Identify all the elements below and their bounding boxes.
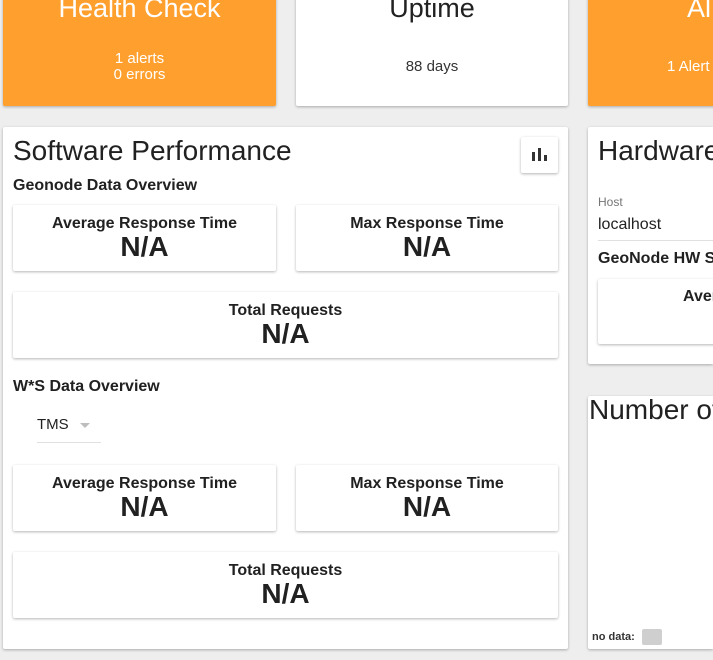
hardware-panel: Hardware Host localhost GeoNode HW St Av… [588, 127, 713, 364]
metric-label: Total Requests [228, 302, 343, 319]
ws-max-response-card: Max Response Time N/A [296, 465, 558, 531]
bar-chart-icon [532, 148, 547, 161]
host-value: localhost [598, 216, 662, 233]
alerts-count: 1 alerts [114, 50, 165, 67]
errors-count: 0 errors [113, 66, 166, 83]
ws-avg-response-card: Average Response Time N/A [13, 465, 276, 531]
geonode-avg-response-card: Average Response Time N/A [13, 205, 276, 271]
health-check-title: Health Check [58, 0, 221, 23]
hw-avg-label: Aver [683, 288, 713, 305]
metric-value: N/A [402, 231, 452, 262]
metric-label: Max Response Time [350, 475, 504, 492]
hardware-title: Hardware [598, 135, 713, 166]
metric-value: N/A [261, 578, 310, 609]
metric-label: Average Response Time [52, 215, 237, 232]
geonode-hw-stats-heading: GeoNode HW St [598, 250, 713, 267]
uptime-value: 88 days [405, 58, 459, 75]
software-performance-title: Software Performance [13, 135, 292, 166]
alerts-value: 1 Alert [667, 58, 710, 75]
geonode-max-response-card: Max Response Time N/A [296, 205, 558, 271]
health-check-card[interactable]: Health Check 1 alerts 0 errors [3, 0, 276, 106]
chart-toggle-button[interactable] [521, 137, 558, 173]
uptime-title: Uptime [389, 0, 475, 23]
number-of-panel: Number of no data: [588, 396, 713, 649]
ws-service-selected: TMS [37, 416, 69, 433]
metric-label: Average Response Time [52, 475, 237, 492]
geonode-total-requests-card: Total Requests N/A [13, 292, 558, 358]
host-underline [598, 240, 713, 241]
metric-label: Total Requests [228, 562, 343, 579]
ws-data-overview-heading: W*S Data Overview [13, 378, 160, 395]
no-data-legend-swatch [642, 629, 662, 645]
geonode-data-overview-heading: Geonode Data Overview [13, 177, 198, 194]
metric-value: N/A [261, 318, 310, 349]
alerts-title: Al [687, 0, 712, 23]
uptime-card: Uptime 88 days [296, 0, 568, 106]
hw-avg-card: Aver [598, 279, 713, 344]
ws-service-select[interactable]: TMS [37, 404, 101, 443]
dropdown-arrow-icon [80, 423, 90, 428]
metric-value: N/A [402, 491, 452, 522]
host-label: Host [598, 195, 623, 209]
alerts-card[interactable]: Al 1 Alert [588, 0, 713, 106]
metric-value: N/A [120, 231, 169, 262]
no-data-legend-label: no data: [592, 631, 635, 643]
ws-total-requests-card: Total Requests N/A [13, 552, 558, 618]
metric-value: N/A [120, 491, 169, 522]
number-of-title: Number of [589, 396, 713, 425]
metric-label: Max Response Time [350, 215, 504, 232]
